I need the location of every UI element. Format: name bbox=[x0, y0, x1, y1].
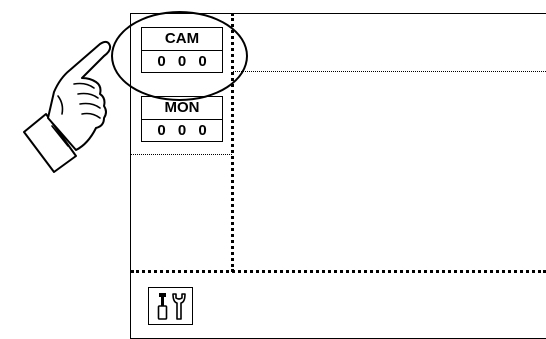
divider-sidebar bbox=[131, 154, 232, 155]
highlight-circle bbox=[111, 11, 248, 101]
divider-bottom bbox=[131, 270, 546, 273]
tools-button[interactable] bbox=[148, 287, 193, 325]
tools-icon bbox=[157, 293, 186, 320]
mon-value: 0 0 0 bbox=[157, 122, 211, 139]
mon-counter-button[interactable]: MON 0 0 0 bbox=[141, 96, 223, 142]
pointing-hand-icon bbox=[23, 40, 112, 173]
divider-top bbox=[233, 71, 546, 72]
